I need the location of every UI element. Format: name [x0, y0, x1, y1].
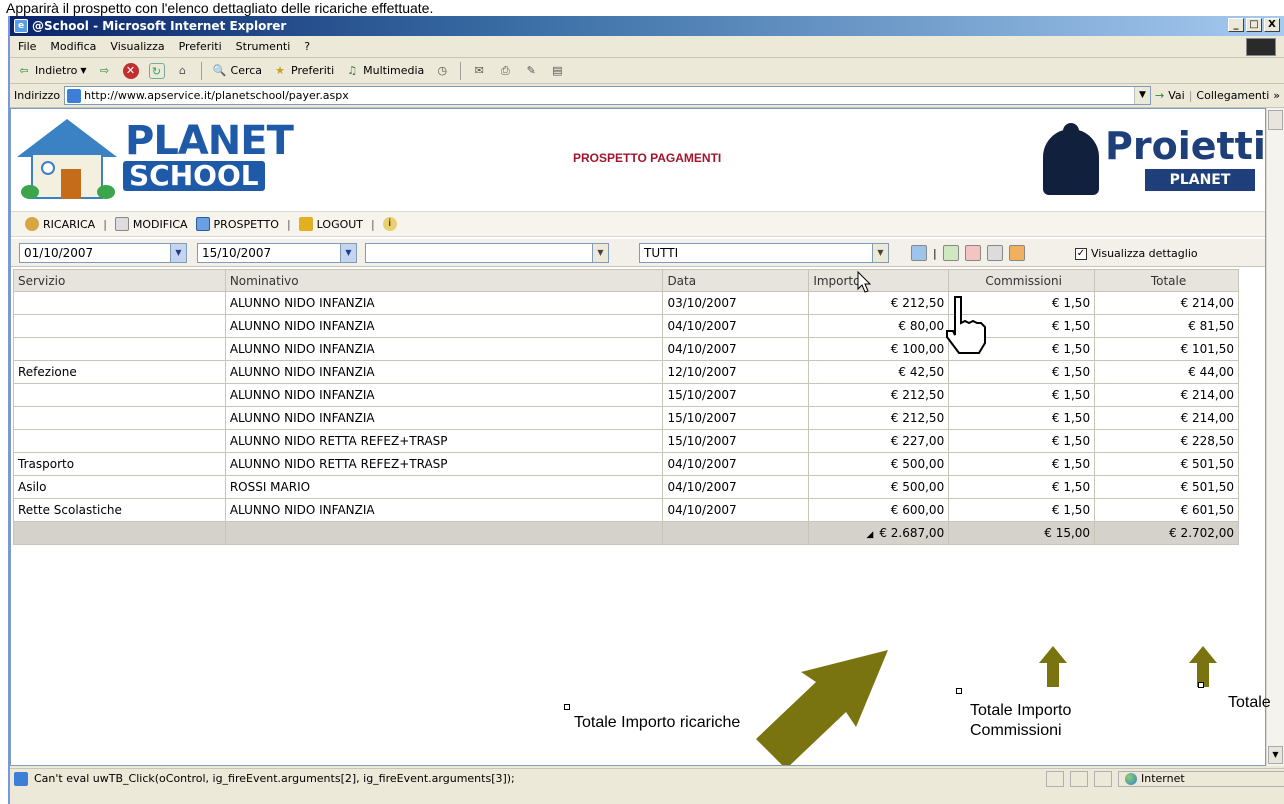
toolbar-separator	[460, 61, 462, 80]
print-icon[interactable]: ⎙	[497, 63, 513, 79]
scroll-up-button[interactable]	[1268, 110, 1283, 130]
ie-window: e @School - Microsoft Internet Explorer …	[8, 16, 1284, 804]
menu-file[interactable]: File	[18, 40, 36, 53]
toolbar-separator: |	[1188, 89, 1193, 102]
minimize-button[interactable]: _	[1228, 18, 1244, 32]
security-zone: Internet	[1118, 770, 1284, 787]
callout-totale: Totale	[1228, 694, 1271, 711]
multimedia-icon: ♫	[347, 63, 358, 77]
status-text: Can't eval uwTB_Click(oControl, ig_fireE…	[34, 772, 515, 785]
menu-strumenti[interactable]: Strumenti	[236, 40, 291, 53]
maximize-button[interactable]: □	[1246, 18, 1262, 32]
page-viewport: PLANET SCHOOL PROSPETTO PAGAMENTI Proiet…	[10, 108, 1266, 766]
search-button[interactable]: 🔍 Cerca	[212, 63, 263, 79]
page-icon	[67, 88, 82, 103]
status-cell	[1046, 770, 1064, 787]
back-arrow-icon: ⇦	[19, 63, 29, 77]
callout-bullet	[564, 704, 570, 710]
address-input[interactable]: http://www.apservice.it/planetschool/pay…	[64, 86, 1152, 105]
window-title: @School - Microsoft Internet Explorer	[32, 19, 287, 33]
ie-app-icon: e	[14, 19, 28, 33]
edit-icon[interactable]: ✎	[523, 63, 539, 79]
callout-importo: Totale Importo ricariche	[574, 714, 741, 731]
scroll-down-button[interactable]: ▼	[1268, 746, 1283, 764]
multimedia-label: Multimedia	[363, 64, 425, 77]
search-label: Cerca	[230, 64, 263, 77]
zone-label: Internet	[1141, 772, 1185, 785]
callout-arrow-commissioni	[1039, 646, 1067, 687]
address-dropdown-icon[interactable]: ▼	[1134, 87, 1151, 104]
favorites-label: Preferiti	[291, 64, 335, 77]
status-cell	[1070, 770, 1088, 787]
callout-arrow-importo	[756, 650, 888, 765]
search-icon: 🔍	[212, 63, 227, 77]
back-dropdown-icon: ▼	[80, 66, 87, 75]
callout-arrows	[756, 646, 1217, 765]
address-url: http://www.apservice.it/planetschool/pay…	[84, 89, 349, 102]
stop-icon[interactable]: ✕	[122, 62, 139, 79]
menu-preferiti[interactable]: Preferiti	[179, 40, 222, 53]
callout-bullet	[1198, 682, 1204, 688]
links-button[interactable]: Collegamenti	[1196, 89, 1269, 102]
go-button[interactable]: Vai	[1168, 89, 1184, 102]
page-status-icon	[14, 771, 28, 786]
menu-bar: File Modifica Visualizza Preferiti Strum…	[10, 36, 1284, 58]
screenshot-root: Apparirà il prospetto con l'elenco detta…	[0, 0, 1284, 804]
back-label: Indietro	[35, 64, 78, 77]
favorites-button[interactable]: ★ Preferiti	[272, 63, 334, 79]
internet-globe-icon	[1125, 772, 1137, 785]
status-cell	[1094, 770, 1112, 787]
arrow-cursor-icon	[857, 271, 872, 293]
address-bar: Indirizzo http://www.apservice.it/planet…	[10, 84, 1284, 108]
go-arrow-icon[interactable]: →	[1155, 89, 1164, 102]
ie-toolbar: ⇦ Indietro ▼ ⇨ ✕ ↻ ⌂ 🔍 Cerca ★ Preferiti…	[10, 58, 1284, 84]
toolbar-separator	[200, 61, 202, 80]
home-icon[interactable]: ⌂	[175, 63, 191, 79]
caption-text: Apparirà il prospetto con l'elenco detta…	[6, 0, 434, 16]
vertical-scrollbar[interactable]: ▼	[1266, 108, 1284, 766]
callout-bullet	[956, 688, 962, 694]
multimedia-button[interactable]: ♫ Multimedia	[344, 63, 424, 79]
chevron-right-icon[interactable]: »	[1273, 89, 1284, 102]
windows-logo	[1246, 38, 1276, 56]
close-button[interactable]: X	[1264, 18, 1280, 32]
address-label: Indirizzo	[14, 89, 61, 102]
title-bar: e @School - Microsoft Internet Explorer …	[10, 16, 1284, 36]
back-button[interactable]: ⇦ Indietro ▼	[16, 63, 87, 79]
menu-help[interactable]: ?	[304, 40, 310, 53]
forward-arrow-icon[interactable]: ⇨	[97, 63, 113, 79]
menu-visualizza[interactable]: Visualizza	[110, 40, 164, 53]
history-icon[interactable]: ◷	[434, 63, 450, 79]
window-controls: _ □ X	[1228, 18, 1280, 32]
discuss-icon[interactable]: ▤	[549, 63, 565, 79]
callout-commissioni-line1: Totale Importo	[970, 702, 1072, 719]
favorites-icon: ★	[275, 63, 285, 77]
mail-icon[interactable]: ✉	[471, 63, 487, 79]
callout-commissioni-line2: Commissioni	[970, 722, 1062, 739]
hand-cursor-icon	[946, 296, 986, 354]
refresh-icon[interactable]: ↻	[148, 62, 165, 79]
callout-arrow-totale	[1189, 646, 1217, 687]
status-bar: Can't eval uwTB_Click(oControl, ig_fireE…	[10, 768, 1284, 788]
menu-modifica[interactable]: Modifica	[50, 40, 96, 53]
